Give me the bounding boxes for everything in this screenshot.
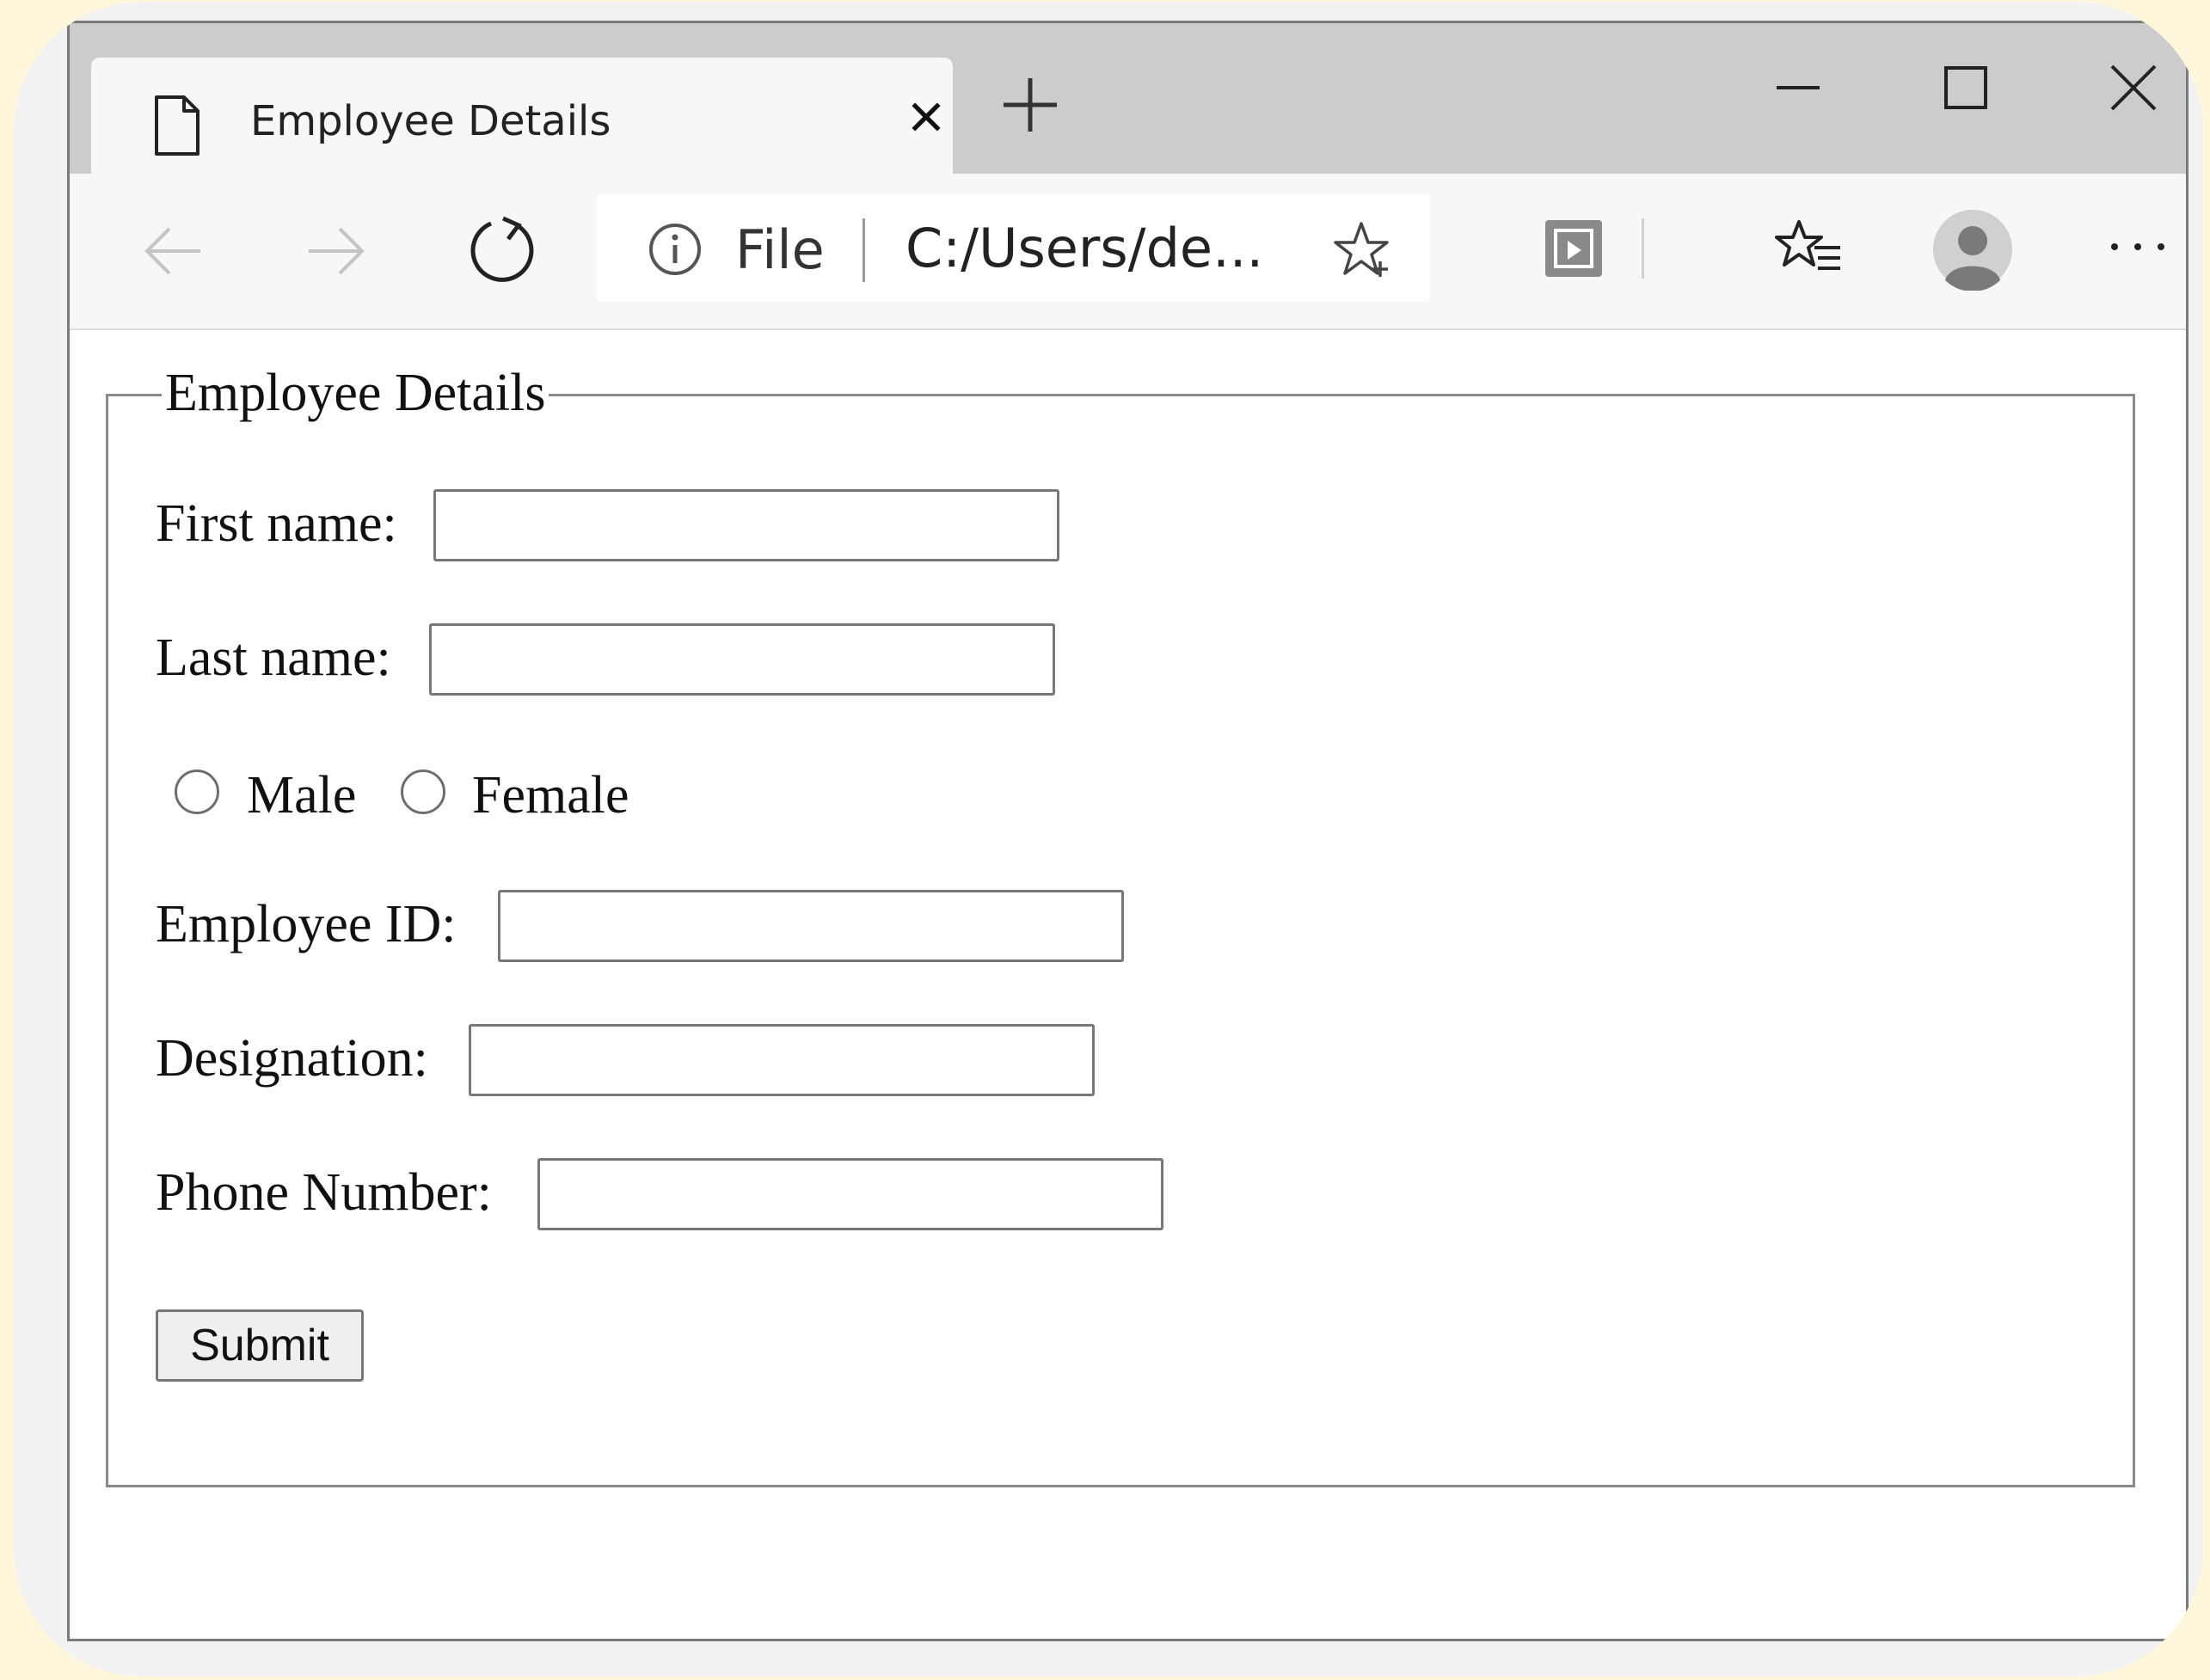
first-name-row: First name: [156,486,1059,563]
toolbar-divider [1642,218,1644,279]
fieldset-legend: Employee Details [162,359,549,427]
employee-id-label: Employee ID: [156,895,457,953]
phone-number-input[interactable] [537,1158,1163,1230]
new-tab-icon[interactable] [998,73,1062,137]
forward-icon[interactable] [302,217,371,285]
minimize-icon[interactable] [1768,58,1828,118]
first-name-input[interactable] [433,489,1059,561]
female-radio-label: Female [472,766,629,825]
employee-id-row: Employee ID: [156,886,1124,964]
employee-details-fieldset: Employee Details First name: Last name: … [106,359,2135,1487]
page-icon [155,95,200,156]
last-name-input[interactable] [429,623,1055,696]
refresh-icon[interactable] [465,213,539,287]
close-tab-icon[interactable] [908,99,944,135]
first-name-label: First name: [156,494,397,553]
page-content: Employee Details First name: Last name: … [70,330,2186,1639]
last-name-label: Last name: [156,628,391,687]
address-scheme-label: File [735,218,825,281]
browser-window: Employee Details File C:/Users/de... Emp… [67,21,2189,1641]
designation-row: Designation: [156,1021,1095,1098]
reading-view-icon[interactable] [1542,217,1605,280]
phone-number-row: Phone Number: [156,1155,1163,1232]
tab-title: Employee Details [250,97,611,145]
female-radio[interactable] [401,769,445,814]
tab-employee-details[interactable]: Employee Details [91,58,953,174]
gender-radio-group: Male Female [156,757,930,835]
maximize-icon[interactable] [1936,58,1996,118]
male-radio-label: Male [247,766,357,825]
more-options-icon[interactable] [2108,234,2168,260]
favorites-icon[interactable] [1775,217,1844,280]
submit-button[interactable]: Submit [156,1309,364,1382]
add-favorite-icon[interactable] [1332,218,1394,280]
screenshot-frame: Employee Details File C:/Users/de... Emp… [14,2,2203,1677]
designation-input[interactable] [469,1024,1095,1096]
tab-strip: Employee Details [70,23,2186,174]
close-window-icon[interactable] [2103,58,2164,118]
phone-number-label: Phone Number: [156,1163,492,1222]
profile-avatar-icon[interactable] [1931,208,2014,291]
address-bar[interactable]: File C:/Users/de... [596,194,1430,302]
back-icon[interactable] [138,217,207,285]
info-icon[interactable] [648,222,703,277]
browser-toolbar: File C:/Users/de... [70,174,2186,330]
address-url[interactable]: C:/Users/de... [905,217,1263,279]
last-name-row: Last name: [156,620,1055,697]
address-separator [863,218,865,282]
male-radio[interactable] [175,769,219,814]
employee-id-input[interactable] [498,890,1124,962]
designation-label: Designation: [156,1029,428,1088]
